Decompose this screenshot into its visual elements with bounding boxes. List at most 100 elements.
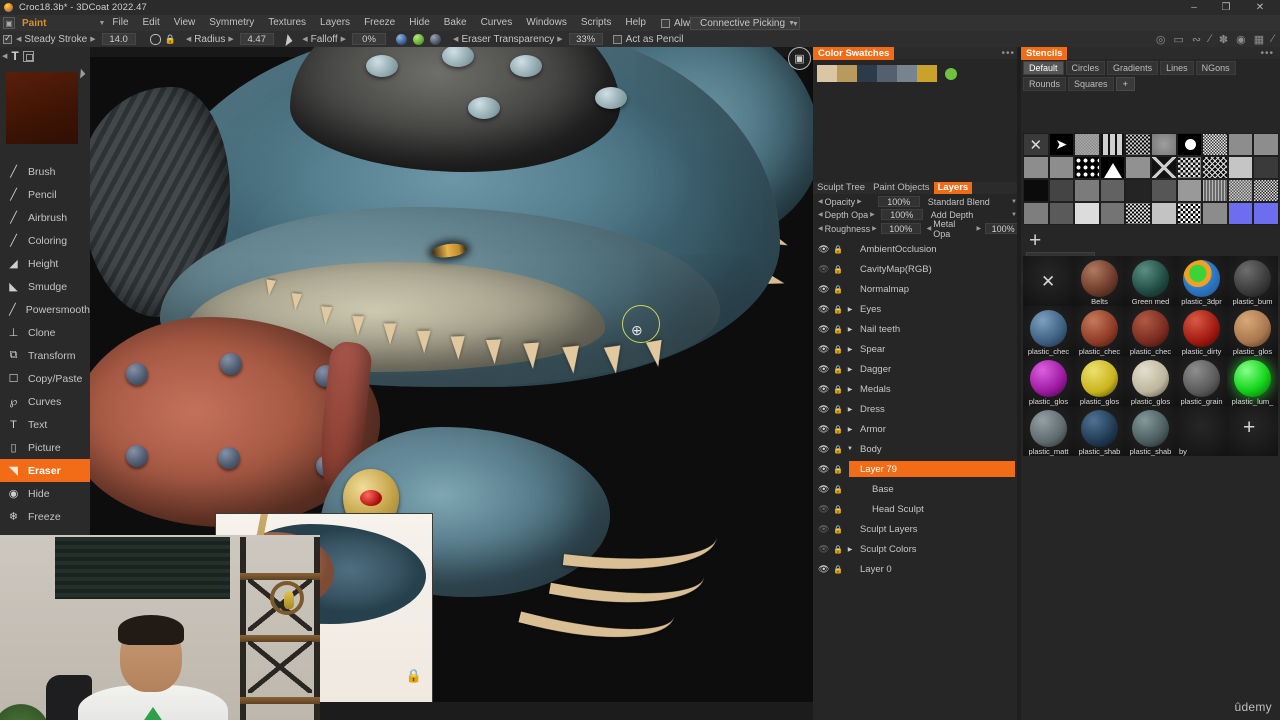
material-cell[interactable]: plastic_shab — [1125, 406, 1176, 456]
chevron-right-icon[interactable]: ▶ — [846, 406, 854, 413]
layer-row-eyes[interactable]: 👁 🔒 ▶ Eyes — [813, 299, 1021, 319]
layer-row-base[interactable]: 👁 🔒 Base — [813, 479, 1021, 499]
color-swatches-title[interactable]: Color Swatches — [813, 46, 895, 60]
color-swatch[interactable] — [917, 65, 937, 82]
stencil-circle-cross[interactable] — [1176, 133, 1203, 156]
stencil-soft[interactable] — [1150, 133, 1177, 156]
depth-opacity-value[interactable]: 100% — [880, 209, 923, 220]
eye-icon[interactable]: 👁 — [818, 484, 829, 495]
lock-icon[interactable]: 🔒 — [833, 505, 843, 514]
material-cell[interactable]: Green med — [1125, 256, 1176, 306]
nodes-icon[interactable]: ∾ — [1192, 33, 1201, 46]
act-as-pencil-checkbox[interactable] — [612, 34, 622, 44]
eye-icon[interactable]: 👁 — [818, 424, 829, 435]
radius-stepper[interactable]: ◀ Radius ▶ — [186, 34, 234, 45]
stencil-speckle[interactable] — [1253, 179, 1279, 202]
falloff-preset-grey-icon[interactable] — [430, 33, 442, 45]
material-cell[interactable]: plastic_bum — [1227, 256, 1278, 306]
opacity-value[interactable]: 100% — [877, 196, 920, 207]
material-cell[interactable]: plastic_3dpr — [1176, 256, 1227, 306]
stencil-texture[interactable] — [1048, 202, 1075, 225]
stencils-menu-icon[interactable]: ••• — [1260, 48, 1274, 59]
tool-pencil[interactable]: ╱ Pencil — [0, 183, 90, 206]
stencil-blank[interactable] — [1023, 156, 1049, 179]
color-swatch[interactable] — [877, 65, 897, 82]
lock-icon[interactable]: 🔒 — [833, 425, 843, 434]
left-arrow-icon[interactable]: ◀ — [927, 225, 932, 232]
current-room-label[interactable]: Paint — [22, 18, 46, 29]
left-arrow-icon[interactable]: ◀ — [818, 198, 823, 205]
p-slash-icon[interactable]: ∕ — [1272, 33, 1274, 45]
lock-icon[interactable]: 🔒 — [833, 485, 843, 494]
stencil-blotch[interactable] — [1176, 202, 1203, 225]
eraser-transparency-stepper[interactable]: ◀ Eraser Transparency ▶ — [453, 34, 563, 45]
add-stencil-category-button[interactable]: + — [1115, 77, 1135, 91]
plus-icon[interactable]: + — [1243, 416, 1255, 440]
eye-icon[interactable]: 👁 — [818, 364, 829, 375]
lock-icon[interactable]: 🔒 — [833, 245, 843, 254]
menu-windows[interactable]: Windows — [519, 15, 574, 31]
reference-lock-icon[interactable]: 🔒 — [406, 668, 422, 684]
tool-picture[interactable]: ▯ Picture — [0, 436, 90, 459]
checker-icon[interactable]: ▦ — [1254, 33, 1264, 46]
layer-row-medals[interactable]: 👁 🔒 ▶ Medals — [813, 379, 1021, 399]
eye-icon[interactable]: 👁 — [818, 444, 829, 455]
lock-icon[interactable]: 🔒 — [833, 325, 843, 334]
menu-layers[interactable]: Layers — [313, 15, 357, 31]
material-cell[interactable]: plastic_glos — [1023, 356, 1074, 406]
eye-icon[interactable]: 👁 — [818, 284, 829, 295]
lock-icon[interactable]: 🔒 — [833, 465, 843, 474]
stencil-black[interactable] — [1023, 179, 1049, 202]
lock-icon[interactable]: 🔒 — [833, 405, 843, 414]
eye-icon[interactable]: 👁 — [818, 304, 829, 315]
menu-help[interactable]: Help — [618, 15, 653, 31]
stencil-cat-default[interactable]: Default — [1023, 61, 1064, 75]
stencil-texture[interactable] — [1023, 202, 1049, 225]
left-arrow-icon[interactable]: ◀ — [818, 211, 823, 218]
room-dropdown-caret-icon[interactable]: ▼ — [98, 20, 105, 27]
color-swatches-menu-icon[interactable]: ••• — [1001, 48, 1015, 59]
blend-mode-label[interactable]: Standard Blend — [928, 197, 990, 207]
layer-row-ambientocclusion[interactable]: 👁 🔒 AmbientOcclusion — [813, 239, 1021, 259]
radius-value[interactable]: 4.47 — [239, 33, 274, 45]
stencil-grain-light[interactable] — [1150, 202, 1177, 225]
material-cell[interactable]: plastic_glos — [1125, 356, 1176, 406]
layer-row-cavitymap[interactable]: 👁 🔒 CavityMap(RGB) — [813, 259, 1021, 279]
layer-row-dress[interactable]: 👁 🔒 ▶ Dress — [813, 399, 1021, 419]
active-color-dot[interactable] — [945, 67, 957, 80]
right-arrow-icon[interactable]: ▶ — [872, 225, 877, 232]
mode-room-icon[interactable]: ▣ — [3, 17, 15, 29]
stencil-soft-noise[interactable] — [1202, 202, 1228, 225]
stencil-blank[interactable] — [1227, 133, 1254, 156]
slash-icon[interactable]: ∕ — [1209, 33, 1211, 45]
eye-off-icon[interactable]: 👁 — [818, 544, 829, 555]
lock-icon[interactable]: 🔒 — [833, 565, 843, 574]
stencil-cross-lines[interactable] — [1150, 156, 1177, 179]
stencil-high-contrast[interactable] — [1099, 202, 1126, 225]
chevron-right-icon[interactable]: ▶ — [846, 426, 854, 433]
chevron-right-icon[interactable]: ▶ — [846, 386, 854, 393]
stencil-normal-map[interactable] — [1227, 202, 1254, 225]
stencil-cat-ngons[interactable]: NGons — [1195, 61, 1236, 75]
color-swatch[interactable] — [857, 65, 877, 82]
right-arrow-icon[interactable]: ▶ — [228, 35, 233, 43]
menu-view[interactable]: View — [167, 15, 203, 31]
frame-icon[interactable]: ▭ — [1173, 33, 1183, 46]
eye-icon[interactable]: 👁 — [818, 564, 829, 575]
right-arrow-icon[interactable]: ▶ — [977, 225, 982, 232]
always-checkbox[interactable] — [660, 18, 670, 28]
minimize-button[interactable]: – — [1180, 0, 1208, 15]
current-color-preview[interactable] — [6, 72, 78, 144]
layer-row-sculpt-colors[interactable]: 👁 🔒 ▶ Sculpt Colors — [813, 539, 1021, 559]
eye-icon[interactable]: 👁 — [818, 384, 829, 395]
sphere-icon[interactable]: ◉ — [1236, 33, 1246, 46]
tab-paint-objects[interactable]: Paint Objects — [869, 182, 934, 194]
material-cell[interactable]: plastic_chec — [1074, 306, 1125, 356]
layer-row-dagger[interactable]: 👁 🔒 ▶ Dagger — [813, 359, 1021, 379]
lock-icon[interactable]: 🔒 — [833, 305, 843, 314]
lock-icon[interactable]: 🔒 — [833, 445, 843, 454]
text-box-icon[interactable] — [22, 50, 34, 62]
stencils-title[interactable]: Stencils — [1021, 46, 1068, 60]
layer-row-normalmap[interactable]: 👁 🔒 Normalmap — [813, 279, 1021, 299]
stencil-blank[interactable] — [1048, 156, 1075, 179]
